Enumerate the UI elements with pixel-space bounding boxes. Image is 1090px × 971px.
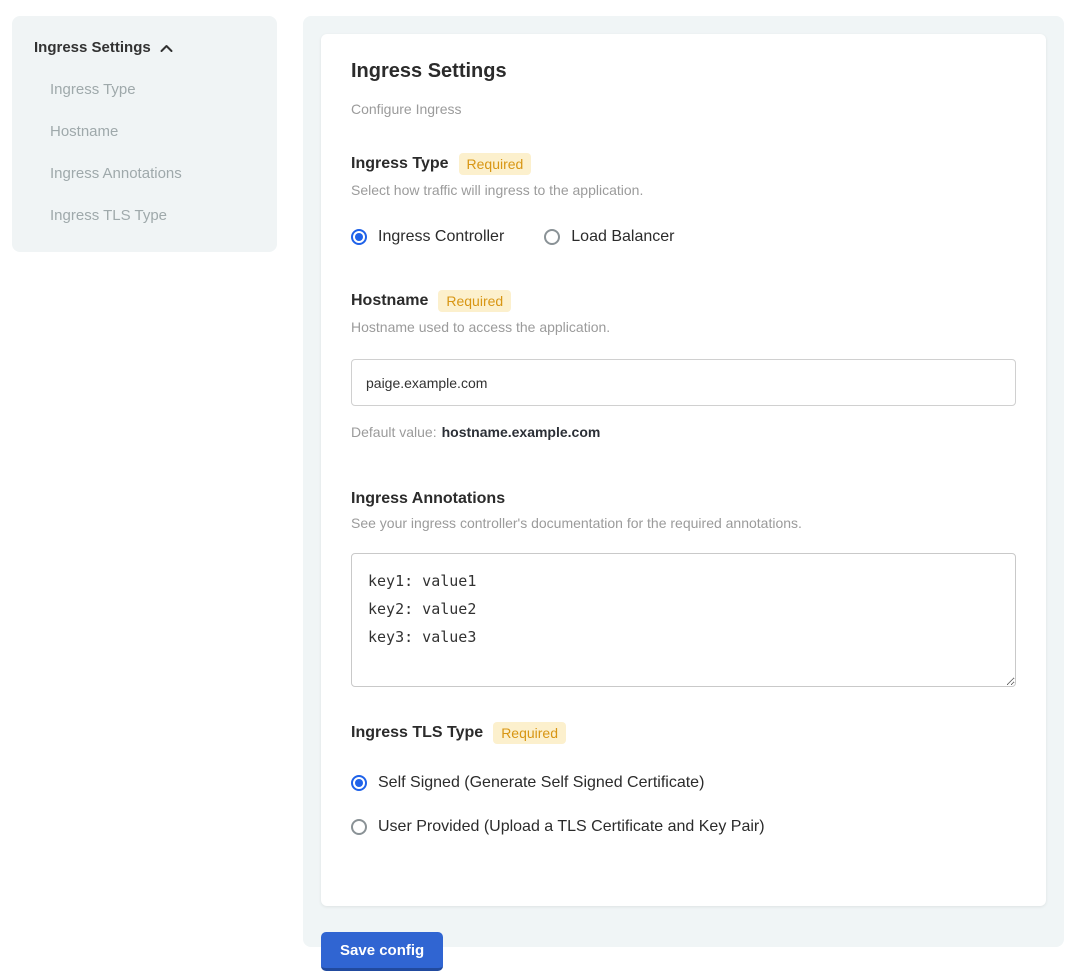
radio-label-ingress-controller: Ingress Controller [378, 228, 504, 246]
config-sidebar: Ingress Settings Ingress Type Hostname I… [12, 16, 277, 252]
ingress-type-help: Select how traffic will ingress to the a… [351, 182, 1016, 198]
hostname-input[interactable] [351, 359, 1016, 406]
ingress-tls-type-label: Ingress TLS Type [351, 724, 483, 742]
sidebar-item-ingress-type[interactable]: Ingress Type [50, 80, 257, 100]
radio-label-self-signed: Self Signed (Generate Self Signed Certif… [378, 774, 704, 792]
required-badge: Required [493, 722, 566, 744]
sidebar-item-ingress-annotations[interactable]: Ingress Annotations [50, 164, 257, 184]
page-subtitle: Configure Ingress [351, 101, 1016, 117]
radio-option-ingress-controller[interactable]: Ingress Controller [351, 228, 504, 246]
radio-label-user-provided: User Provided (Upload a TLS Certificate … [378, 818, 765, 836]
radio-option-user-provided[interactable]: User Provided (Upload a TLS Certificate … [351, 818, 1016, 836]
ingress-annotations-help: See your ingress controller's documentat… [351, 515, 1016, 531]
hostname-help: Hostname used to access the application. [351, 319, 1016, 335]
required-badge: Required [438, 290, 511, 312]
sidebar-group-label: Ingress Settings [34, 38, 151, 58]
ingress-type-label: Ingress Type [351, 155, 449, 173]
radio-icon-ingress-controller[interactable] [351, 229, 367, 245]
required-badge: Required [459, 153, 532, 175]
section-ingress-tls-type: Ingress TLS Type Required Self Signed (G… [351, 722, 1016, 836]
sidebar-item-ingress-tls-type[interactable]: Ingress TLS Type [50, 206, 257, 226]
ingress-annotations-textarea[interactable]: key1: value1 key2: value2 key3: value3 [351, 553, 1016, 687]
ingress-annotations-label: Ingress Annotations [351, 490, 505, 508]
radio-option-self-signed[interactable]: Self Signed (Generate Self Signed Certif… [351, 774, 1016, 792]
hostname-default-value: hostname.example.com [442, 424, 601, 440]
config-panel: Ingress Settings Configure Ingress Ingre… [303, 16, 1064, 947]
ingress-settings-card: Ingress Settings Configure Ingress Ingre… [321, 34, 1046, 906]
ingress-type-radio-group: Ingress Controller Load Balancer [351, 228, 1016, 246]
chevron-up-icon [160, 44, 173, 53]
radio-option-load-balancer[interactable]: Load Balancer [544, 228, 674, 246]
radio-icon-self-signed[interactable] [351, 775, 367, 791]
radio-icon-load-balancer[interactable] [544, 229, 560, 245]
radio-label-load-balancer: Load Balancer [571, 228, 674, 246]
sidebar-item-hostname[interactable]: Hostname [50, 122, 257, 142]
page-title: Ingress Settings [351, 60, 1016, 83]
section-ingress-annotations: Ingress Annotations See your ingress con… [351, 490, 1016, 692]
section-ingress-type: Ingress Type Required Select how traffic… [351, 153, 1016, 246]
hostname-default-prefix: Default value: [351, 424, 437, 440]
section-hostname: Hostname Required Hostname used to acces… [351, 290, 1016, 440]
save-config-button[interactable]: Save config [321, 932, 443, 971]
radio-icon-user-provided[interactable] [351, 819, 367, 835]
hostname-default-line: Default value: hostname.example.com [351, 424, 1016, 440]
hostname-label: Hostname [351, 292, 428, 310]
sidebar-group-ingress-settings[interactable]: Ingress Settings [34, 38, 257, 58]
